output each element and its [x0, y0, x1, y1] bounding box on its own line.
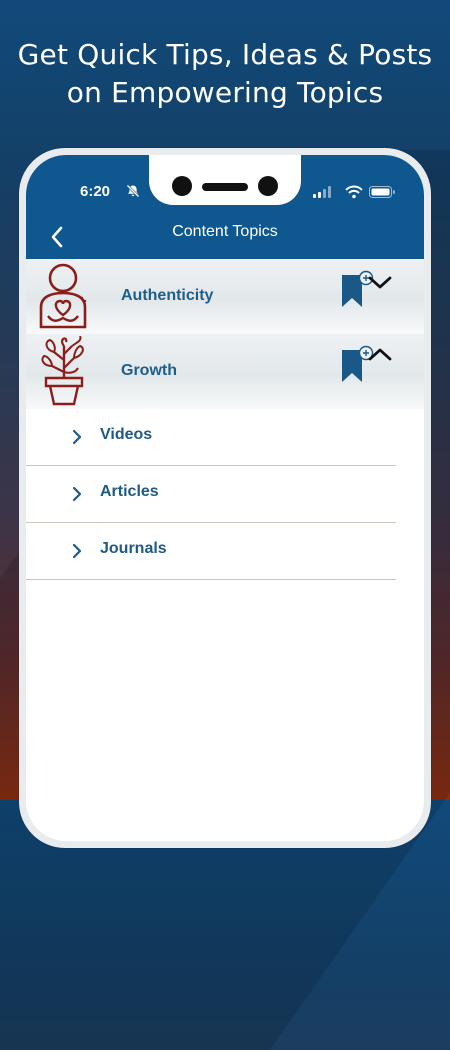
- subitem-videos[interactable]: Videos: [26, 409, 396, 466]
- speaker-grille: [202, 183, 248, 191]
- headline-line-2: on Empowering Topics: [66, 76, 384, 109]
- topic-label: Growth: [121, 362, 177, 379]
- promo-headline: Get Quick Tips, Ideas & Posts on Empower…: [0, 36, 450, 112]
- chevron-down-icon[interactable]: [368, 275, 392, 291]
- page-title: Content Topics: [172, 223, 278, 240]
- subitem-label: Articles: [100, 483, 159, 500]
- subitem-label: Journals: [100, 540, 167, 557]
- chevron-right-icon: [72, 429, 82, 445]
- subitem-label: Videos: [100, 426, 153, 443]
- sensor-icon: [258, 176, 278, 196]
- app-bar: 6:20 Content Topics: [26, 155, 424, 259]
- bell-muted-icon: [126, 184, 140, 198]
- battery-icon: [369, 186, 395, 198]
- phone-frame: 6:20 Content Topics Authenticity Growth …: [19, 148, 431, 848]
- subitem-articles[interactable]: Articles: [26, 466, 396, 523]
- chevron-up-icon[interactable]: [368, 346, 392, 362]
- status-indicators: [313, 185, 395, 199]
- status-time: 6:20: [80, 183, 111, 200]
- phone-screen: 6:20 Content Topics Authenticity Growth …: [26, 155, 424, 841]
- topic-row-authenticity[interactable]: Authenticity: [26, 259, 424, 334]
- plant-pot-icon: [41, 336, 84, 406]
- chevron-right-icon: [72, 543, 82, 559]
- signal-icon: [313, 186, 331, 198]
- headline-line-1: Get Quick Tips, Ideas & Posts: [17, 38, 433, 71]
- wifi-icon: [345, 185, 363, 199]
- chevron-right-icon: [72, 486, 82, 502]
- camera-icon: [172, 176, 192, 196]
- subitem-journals[interactable]: Journals: [26, 523, 396, 580]
- topic-label: Authenticity: [121, 287, 214, 304]
- topic-row-growth[interactable]: Growth: [26, 334, 424, 409]
- person-heart-icon: [39, 263, 87, 329]
- phone-notch: [149, 155, 301, 205]
